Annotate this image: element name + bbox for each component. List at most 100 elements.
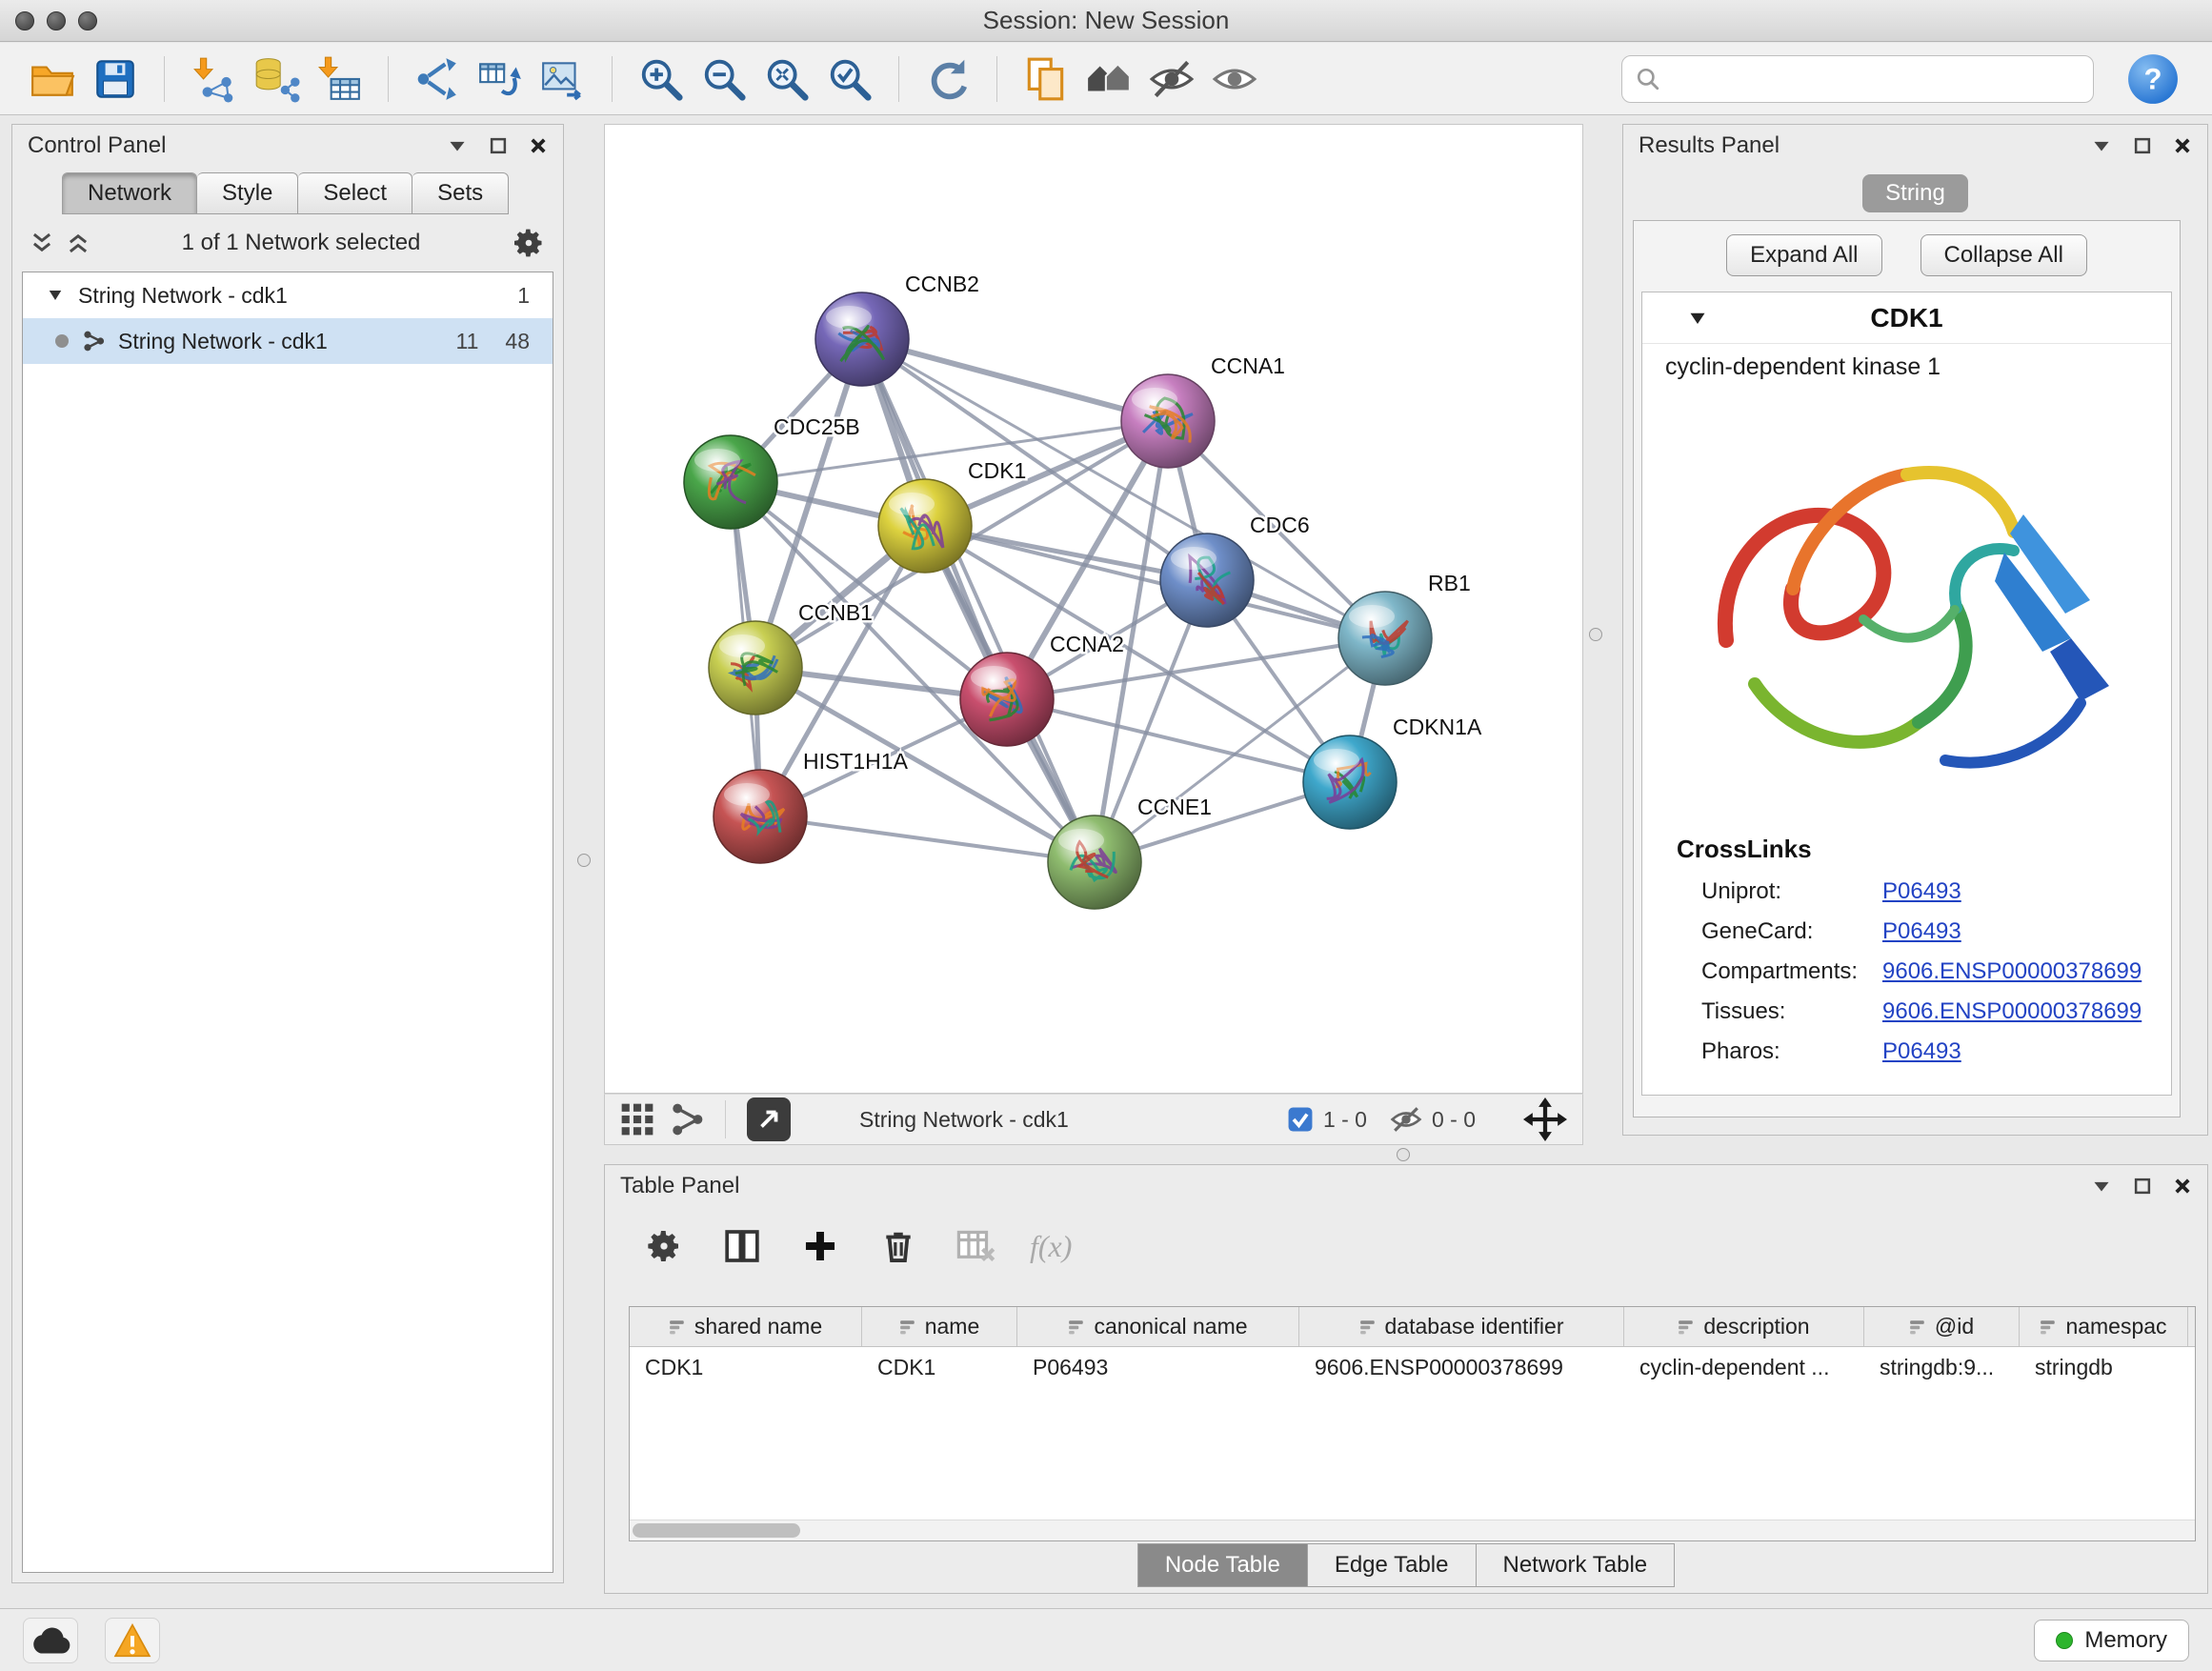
expand-all-icon[interactable] <box>66 231 90 255</box>
tab-style[interactable]: Style <box>197 172 298 214</box>
splitter-handle[interactable] <box>1397 1148 1410 1161</box>
first-neighbors-icon[interactable] <box>1081 51 1136 107</box>
hide-selected-icon[interactable] <box>1144 51 1199 107</box>
selected-checkbox-icon[interactable] <box>1287 1106 1314 1133</box>
import-network-file-icon[interactable] <box>186 51 241 107</box>
crosslink-compartments-link[interactable]: 9606.ENSP00000378699 <box>1882 958 2142 985</box>
show-all-icon[interactable] <box>1207 51 1262 107</box>
tab-node-table[interactable]: Node Table <box>1137 1543 1308 1587</box>
collection-row[interactable]: String Network - cdk1 1 <box>23 272 553 318</box>
share-network-icon[interactable] <box>670 1102 704 1137</box>
panel-close-icon[interactable] <box>2173 136 2192 155</box>
search-input[interactable] <box>1670 66 2080 92</box>
network-from-table-icon[interactable] <box>473 51 528 107</box>
gear-icon[interactable] <box>512 226 546 260</box>
tab-select[interactable]: Select <box>298 172 412 214</box>
network-node-rb1[interactable] <box>1338 592 1432 685</box>
table-settings-gear-icon[interactable] <box>639 1221 689 1271</box>
export-image-icon[interactable] <box>535 51 591 107</box>
scrollbar-thumb[interactable] <box>633 1523 800 1538</box>
window-minimize-button[interactable] <box>47 11 66 30</box>
table-cell: 9606.ENSP00000378699 <box>1299 1347 1624 1387</box>
section-collapse-icon[interactable] <box>1686 307 1709 330</box>
network-canvas[interactable]: CCNB2CCNA1CDC25BCDK1CDC6RB1CCNB1CCNA2CDK… <box>604 124 1583 1094</box>
zoom-out-icon[interactable] <box>696 51 752 107</box>
help-icon[interactable]: ? <box>2126 52 2180 106</box>
node-highlight <box>1314 749 1359 772</box>
zoom-fit-icon[interactable] <box>759 51 814 107</box>
network-node-ccne1[interactable] <box>1048 815 1141 909</box>
memory-button[interactable]: Memory <box>2034 1620 2189 1661</box>
expand-all-button[interactable]: Expand All <box>1726 234 1881 276</box>
panel-menu-icon[interactable] <box>447 135 468 156</box>
toolbar-separator <box>164 56 165 102</box>
svg-text:?: ? <box>2143 62 2162 95</box>
column-header-namespac[interactable]: namespac <box>2020 1307 2188 1346</box>
refresh-view-icon[interactable] <box>920 51 975 107</box>
delete-column-icon[interactable] <box>874 1221 923 1271</box>
panel-close-icon[interactable] <box>529 136 548 155</box>
crosslink-label: Compartments: <box>1701 958 1882 985</box>
splitter-handle[interactable] <box>577 854 591 867</box>
panel-close-icon[interactable] <box>2173 1177 2192 1196</box>
crosslink-tissues-link[interactable]: 9606.ENSP00000378699 <box>1882 998 2142 1025</box>
warning-icon[interactable] <box>105 1618 160 1663</box>
network-node-hist1h1a[interactable] <box>714 770 807 863</box>
network-from-selection-icon[interactable] <box>410 51 465 107</box>
column-header-name[interactable]: name <box>862 1307 1017 1346</box>
tab-network[interactable]: Network <box>62 172 197 214</box>
column-header-shared-name[interactable]: shared name <box>630 1307 862 1346</box>
column-header-canonical-name[interactable]: canonical name <box>1017 1307 1299 1346</box>
pan-move-icon[interactable] <box>1523 1097 1567 1141</box>
network-edge[interactable] <box>760 816 1095 862</box>
import-table-file-icon[interactable] <box>312 51 367 107</box>
show-columns-icon[interactable] <box>717 1221 767 1271</box>
crosslink-pharos-link[interactable]: P06493 <box>1882 1038 1961 1065</box>
network-node-label: RB1 <box>1428 571 1471 595</box>
network-node-label: CDC6 <box>1250 513 1310 537</box>
tab-network-table[interactable]: Network Table <box>1477 1543 1676 1587</box>
panel-menu-icon[interactable] <box>2091 135 2112 156</box>
splitter-handle[interactable] <box>1589 628 1602 641</box>
export-view-icon[interactable] <box>747 1097 791 1141</box>
collapse-all-button[interactable]: Collapse All <box>1920 234 2087 276</box>
network-node-ccna1[interactable] <box>1121 374 1215 468</box>
panel-menu-icon[interactable] <box>2091 1176 2112 1197</box>
cloud-icon[interactable] <box>23 1618 78 1663</box>
collapse-all-icon[interactable] <box>30 231 54 255</box>
open-session-icon[interactable] <box>25 51 80 107</box>
tab-edge-table[interactable]: Edge Table <box>1308 1543 1477 1587</box>
tab-string[interactable]: String <box>1862 174 1968 212</box>
table-row[interactable]: CDK1CDK1P064939606.ENSP00000378699cyclin… <box>630 1347 2195 1387</box>
network-edge[interactable] <box>862 339 1168 421</box>
crosslinks-heading: CrossLinks <box>1642 812 2171 872</box>
table-panel-title: Table Panel <box>620 1173 739 1199</box>
function-builder-icon: f(x) <box>1030 1229 1072 1264</box>
hidden-eye-icon[interactable] <box>1390 1105 1422 1134</box>
tab-sets[interactable]: Sets <box>412 172 509 214</box>
clone-network-icon[interactable] <box>1018 51 1074 107</box>
window-close-button[interactable] <box>15 11 34 30</box>
column-header-database-identifier[interactable]: database identifier <box>1299 1307 1624 1346</box>
panel-float-icon[interactable] <box>2133 136 2152 155</box>
crosslink-row: Compartments:9606.ENSP00000378699 <box>1642 952 2171 992</box>
panel-float-icon[interactable] <box>489 136 508 155</box>
network-row[interactable]: String Network - cdk1 11 48 <box>23 318 553 364</box>
crosslink-uniprot-link[interactable]: P06493 <box>1882 878 1961 905</box>
horizontal-scrollbar[interactable] <box>630 1520 2195 1540</box>
selected-counts: 1 - 0 <box>1323 1107 1367 1133</box>
create-column-icon[interactable] <box>795 1221 845 1271</box>
panel-float-icon[interactable] <box>2133 1177 2152 1196</box>
tree-expander-icon[interactable] <box>46 286 65 305</box>
column-header-description[interactable]: description <box>1624 1307 1864 1346</box>
crosslink-genecard-link[interactable]: P06493 <box>1882 918 1961 945</box>
grid-view-icon[interactable] <box>620 1102 654 1137</box>
zoom-in-icon[interactable] <box>633 51 689 107</box>
save-session-icon[interactable] <box>88 51 143 107</box>
window-zoom-button[interactable] <box>78 11 97 30</box>
import-network-database-icon[interactable] <box>249 51 304 107</box>
toolbar-separator <box>612 56 613 102</box>
column-header-@id[interactable]: @id <box>1864 1307 2020 1346</box>
zoom-selected-icon[interactable] <box>822 51 877 107</box>
network-edge[interactable] <box>862 339 1095 862</box>
